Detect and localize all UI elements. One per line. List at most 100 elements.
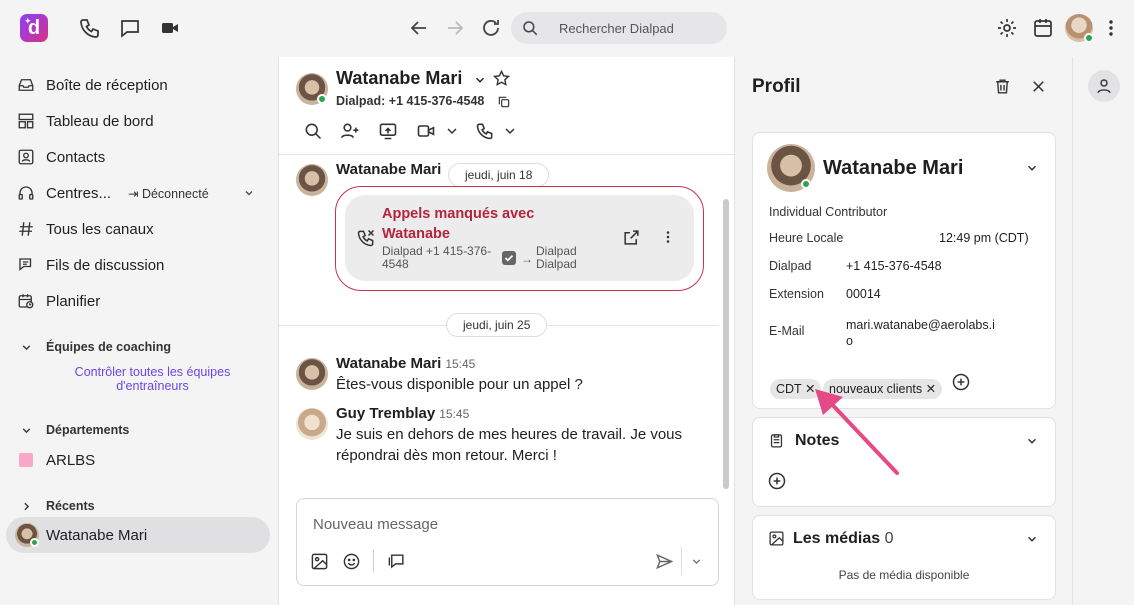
search-placeholder[interactable]: Rechercher Dialpad [559,21,674,36]
more-vertical-icon[interactable] [659,228,677,246]
dialpad-logo[interactable]: ✦ d [20,14,48,42]
copy-icon[interactable] [497,95,511,109]
sidebar-item-label: Watanabe Mari [46,527,148,544]
open-external-icon[interactable] [622,228,641,247]
online-status-dot [30,538,39,547]
missed-call-card: Appels manqués avec Watanabe Dialpad +1 … [335,186,704,291]
chevron-down-icon[interactable] [1025,161,1039,175]
add-note-icon[interactable] [767,471,787,491]
dashboard-icon [17,112,35,130]
video-icon[interactable] [416,121,436,141]
department-color-swatch [19,453,33,467]
chevron-down-icon[interactable] [1025,532,1039,546]
quick-reply-icon[interactable] [387,552,406,571]
close-icon: ✕ [804,382,816,396]
scrollbar[interactable] [723,199,729,489]
sidebar-item-arlbs[interactable]: ARLBS [0,442,278,478]
chevron-down-icon [20,341,33,354]
call-to: Dialpad Dialpad [536,244,577,271]
message-text: Je suis en dehors de mes heures de trava… [336,426,683,464]
add-user-icon[interactable] [340,121,360,141]
sidebar-item-label: ARLBS [46,452,96,469]
chat-icon[interactable] [118,16,142,40]
close-icon[interactable] [1029,77,1048,96]
search-icon [521,19,539,37]
add-tag-icon[interactable] [951,372,971,392]
chevron-down-icon[interactable] [502,121,522,141]
avatar[interactable] [296,358,328,390]
sidebar-item-inbox[interactable]: Boîte de réception [0,67,278,103]
phone-icon[interactable] [475,121,495,141]
sidebar-item-recent-watanabe[interactable]: Watanabe Mari [6,517,270,553]
image-icon [768,530,785,547]
profile-role: Individual Contributor [769,205,888,219]
field-label: Extension [769,287,824,301]
online-status-dot [317,94,327,104]
screen-share-icon[interactable] [378,121,398,141]
sidebar-item-channels[interactable]: Tous les canaux [0,211,278,247]
clipboard-icon [768,432,785,449]
profile-panel: Profil Watanabe Mari Individual Contribu… [734,57,1072,605]
call-from: Dialpad +1 415-376- 4548 [382,244,492,271]
profile-toggle-button[interactable] [1088,70,1120,102]
annotation-arrow [815,389,899,475]
chevron-down-icon[interactable] [690,555,703,568]
search-bar[interactable]: Rechercher Dialpad [511,12,727,44]
sidebar-item-threads[interactable]: Fils de discussion [0,247,278,283]
tag-chip[interactable]: CDT ✕ [770,379,822,399]
sidebar-item-schedule[interactable]: Planifier [0,283,278,319]
video-icon[interactable] [158,16,182,40]
calendar-icon[interactable] [1031,16,1055,40]
chevron-down-icon [20,424,33,437]
conversation-header: Watanabe Mari Dialpad: +1 415-376-4548 [279,57,735,155]
phone-icon[interactable] [78,16,102,40]
field-value[interactable]: mari.watanabe@aerolabs.i o [846,317,995,349]
message-input[interactable]: Nouveau message [313,516,438,533]
forward-arrow-icon[interactable] [443,16,467,40]
emoji-icon[interactable] [342,552,361,571]
gear-icon[interactable] [995,16,1019,40]
calendar-clock-icon [17,292,35,310]
missed-call-body[interactable]: Appels manqués avec Watanabe Dialpad +1 … [345,195,694,281]
chevron-down-icon[interactable] [473,73,487,87]
sidebar-item-dashboard[interactable]: Tableau de bord [0,103,278,139]
field-value: 12:49 pm (CDT) [939,231,1029,245]
field-label: Heure Locale [769,231,844,245]
image-icon[interactable] [310,552,329,571]
arrow-right-icon: → [521,252,533,266]
sidebar-item-contacts[interactable]: Contacts [0,139,278,175]
online-status-dot [801,179,811,189]
sidebar-item-centers[interactable]: Centres... ⇥ Déconnecté [0,175,278,211]
chevron-down-icon[interactable] [1025,434,1039,448]
chevron-down-icon[interactable] [444,121,464,141]
message-sender[interactable]: Watanabe Mari 15:45 [336,355,475,372]
departments-section-header[interactable]: Départements [0,419,278,443]
refresh-icon[interactable] [479,16,503,40]
disconnected-status[interactable]: ⇥ Déconnecté [128,186,209,201]
missed-call-icon [356,228,376,248]
chevron-down-icon[interactable] [243,187,255,199]
date-divider: jeudi, juin 18 [448,163,550,187]
send-icon[interactable] [655,552,674,571]
logout-icon: ⇥ [128,187,142,201]
field-value[interactable]: +1 415-376-4548 [846,259,942,273]
coaching-teams-link[interactable]: Contrôler toutes les équipes d'entraîneu… [40,365,265,393]
trash-icon[interactable] [993,77,1012,96]
avatar[interactable] [296,164,328,196]
back-arrow-icon[interactable] [407,16,431,40]
missed-call-title: Appels manqués avec Watanabe [382,206,535,242]
contact-name[interactable]: Watanabe Mari [336,68,462,89]
headset-icon [17,184,35,202]
recents-section-header[interactable]: Récents [0,495,278,519]
message-sender[interactable]: Guy Tremblay 15:45 [336,405,469,422]
toolbar-divider [373,550,374,572]
more-vertical-icon[interactable] [1099,16,1123,40]
sidebar-item-label: Tableau de bord [46,113,154,130]
coaching-section-header[interactable]: Équipes de coaching [0,336,278,360]
avatar[interactable] [296,408,328,440]
inbox-icon [17,76,35,94]
search-icon[interactable] [303,121,323,141]
star-icon[interactable] [492,69,511,88]
profile-card: Watanabe Mari Individual Contributor Heu… [752,132,1056,409]
message-sender[interactable]: Watanabe Mari [336,161,441,178]
